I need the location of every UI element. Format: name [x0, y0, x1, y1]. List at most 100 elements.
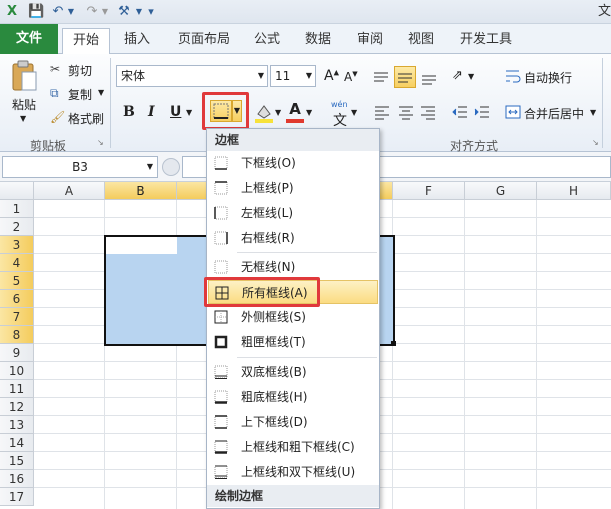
save-icon[interactable]: 💾 [28, 4, 44, 20]
align-left-icon[interactable] [374, 104, 390, 120]
paste-label[interactable]: 粘贴 [12, 96, 36, 113]
menu-item-thick-bottom-border[interactable]: 粗底框线(H) [208, 385, 378, 409]
tab-home[interactable]: 开始 [62, 28, 111, 55]
column-header-F[interactable]: F [393, 182, 465, 200]
menu-item-top-bottom-border[interactable]: 上下框线(D) [208, 410, 378, 434]
row-header-13[interactable]: 13 [0, 416, 34, 434]
increase-font-icon[interactable]: A▲ [324, 68, 339, 84]
format-painter-icon[interactable]: 🖌 [50, 110, 65, 124]
row-header-14[interactable]: 14 [0, 434, 34, 452]
cut-icon[interactable]: ✂ [50, 62, 60, 76]
underline-dropdown-icon[interactable]: ▼ [186, 108, 192, 117]
decrease-indent-icon[interactable] [452, 104, 468, 120]
font-color-dropdown-icon[interactable]: ▼ [306, 108, 312, 117]
copy-dropdown-icon[interactable]: ▼ [98, 88, 104, 97]
tab-data[interactable]: 数据 [295, 28, 341, 54]
row-header-5[interactable]: 5 [0, 272, 34, 290]
menu-item-double-bottom-border[interactable]: 双底框线(B) [208, 360, 378, 384]
paste-icon[interactable] [10, 60, 38, 92]
italic-button[interactable]: I [148, 104, 155, 120]
fill-color-dropdown-icon[interactable]: ▼ [275, 108, 281, 117]
row-header-4[interactable]: 4 [0, 254, 34, 272]
redo-icon[interactable]: ↷ [84, 4, 100, 20]
font-size-box[interactable]: 11 ▼ [270, 65, 316, 87]
copy-icon[interactable]: ⧉ [50, 86, 59, 101]
column-header-G[interactable]: G [465, 182, 537, 200]
align-middle-icon[interactable] [394, 66, 416, 88]
tab-view[interactable]: 视图 [398, 28, 444, 54]
font-size-dropdown-icon[interactable]: ▼ [306, 66, 312, 86]
select-all-corner[interactable] [0, 182, 34, 200]
align-right-icon[interactable] [420, 104, 436, 120]
row-header-1[interactable]: 1 [0, 200, 34, 218]
tab-file[interactable]: 文件 [0, 24, 59, 54]
tools-dropdown-icon[interactable]: ▼ [134, 4, 144, 20]
row-header-17[interactable]: 17 [0, 488, 34, 506]
font-color-icon[interactable]: A [285, 100, 305, 124]
fill-handle[interactable] [391, 341, 396, 346]
merge-center-button[interactable]: 合并后居中 [524, 105, 584, 122]
tab-developer[interactable]: 开发工具 [450, 28, 522, 54]
decrease-font-icon[interactable]: A▼ [344, 70, 358, 84]
cut-button[interactable]: 剪切 [68, 62, 92, 79]
clipboard-launcher-icon[interactable]: ↘ [97, 138, 104, 147]
merge-dropdown-icon[interactable]: ▼ [590, 108, 596, 117]
menu-item-thick-box-border[interactable]: 粗匣框线(T) [208, 330, 378, 354]
row-header-2[interactable]: 2 [0, 218, 34, 236]
orientation-dropdown-icon[interactable]: ▼ [468, 72, 474, 81]
menu-item-outside-borders[interactable]: 外侧框线(S) [208, 305, 378, 329]
row-header-9[interactable]: 9 [0, 344, 34, 362]
name-box-dropdown-icon[interactable]: ▼ [147, 157, 153, 177]
merge-center-icon[interactable] [505, 104, 521, 120]
menu-item-top-double-bottom-border[interactable]: 上框线和双下框线(U) [208, 460, 378, 484]
row-header-15[interactable]: 15 [0, 452, 34, 470]
phonetic-guide-button[interactable]: 文 [333, 110, 347, 130]
redo-dropdown-icon[interactable]: ▼ [100, 4, 110, 20]
row-header-6[interactable]: 6 [0, 290, 34, 308]
row-header-12[interactable]: 12 [0, 398, 34, 416]
row-header-11[interactable]: 11 [0, 380, 34, 398]
phonetic-dropdown-icon[interactable]: ▼ [351, 108, 357, 117]
menu-item-left-border[interactable]: 左框线(L) [208, 201, 378, 225]
wrap-text-button[interactable]: 自动换行 [524, 69, 572, 86]
paste-dropdown-icon[interactable]: ▼ [20, 114, 26, 123]
row-header-16[interactable]: 16 [0, 470, 34, 488]
menu-item-bottom-border[interactable]: 下框线(O) [208, 151, 378, 175]
row-header-10[interactable]: 10 [0, 362, 34, 380]
tools-icon[interactable]: ⚒ [116, 4, 132, 20]
formula-expand-icon[interactable] [162, 158, 180, 176]
row-header-7[interactable]: 7 [0, 308, 34, 326]
align-top-icon[interactable] [372, 70, 390, 86]
column-header-H[interactable]: H [537, 182, 611, 200]
undo-icon[interactable]: ↶ [50, 4, 66, 20]
wrap-text-icon[interactable] [505, 68, 521, 84]
menu-item-label: 左框线(L) [241, 206, 294, 220]
increase-indent-icon[interactable] [474, 104, 490, 120]
menu-item-top-thick-bottom-border[interactable]: 上框线和粗下框线(C) [208, 435, 378, 459]
align-bottom-icon[interactable] [420, 70, 438, 86]
fill-color-icon[interactable] [254, 102, 274, 124]
tab-insert[interactable]: 插入 [114, 28, 160, 54]
alignment-launcher-icon[interactable]: ↘ [592, 138, 599, 147]
menu-item-no-border[interactable]: 无框线(N) [208, 255, 378, 279]
tab-formulas[interactable]: 公式 [244, 28, 290, 54]
copy-button[interactable]: 复制 [68, 86, 92, 103]
name-box[interactable]: B3 ▼ [2, 156, 158, 178]
menu-item-right-border[interactable]: 右框线(R) [208, 226, 378, 250]
underline-button[interactable]: U [170, 104, 181, 120]
menu-item-top-border[interactable]: 上框线(P) [208, 176, 378, 200]
border-left-icon [214, 206, 228, 220]
undo-dropdown-icon[interactable]: ▼ [66, 4, 76, 20]
column-header-B[interactable]: B [105, 182, 177, 200]
tab-page-layout[interactable]: 页面布局 [168, 28, 240, 54]
tab-review[interactable]: 审阅 [347, 28, 393, 54]
bold-button[interactable]: B [123, 104, 135, 120]
font-name-box[interactable]: 宋体 ▼ [116, 65, 268, 87]
customize-qat-icon[interactable]: ▾ [146, 4, 156, 20]
row-header-8[interactable]: 8 [0, 326, 34, 344]
format-painter-button[interactable]: 格式刷 [68, 110, 104, 127]
column-header-A[interactable]: A [34, 182, 105, 200]
font-name-dropdown-icon[interactable]: ▼ [258, 66, 264, 86]
align-center-icon[interactable] [398, 104, 414, 120]
row-header-3[interactable]: 3 [0, 236, 34, 254]
